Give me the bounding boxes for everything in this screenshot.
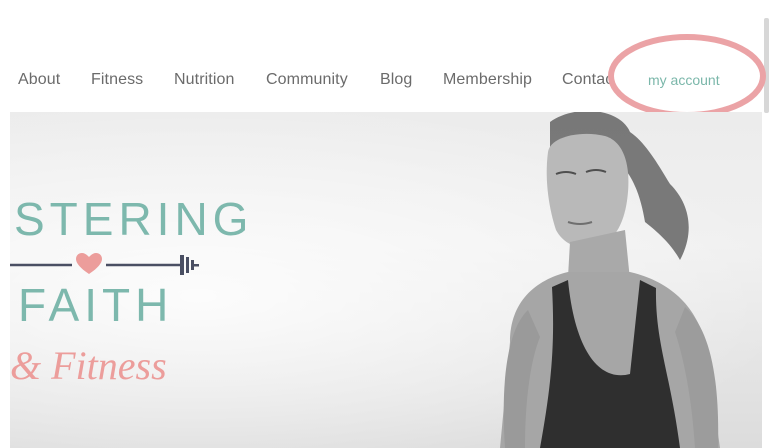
top-nav: About Fitness Nutrition Community Blog M… [0,58,769,106]
nav-item-about[interactable]: About [18,71,60,89]
page: About Fitness Nutrition Community Blog M… [0,0,769,448]
logo-divider [10,253,199,275]
nav-item-nutrition[interactable]: Nutrition [174,71,234,89]
nav-item-fitness[interactable]: Fitness [91,71,143,89]
logo-text-line2: FAITH [18,279,174,331]
hero-banner: STERING FAITH & Fitness [10,112,762,448]
nav-item-contact-label: Contac [562,71,612,88]
nav-item-contact[interactable]: Contac [562,71,612,93]
my-account-link[interactable]: my account [648,72,720,88]
nav-item-membership[interactable]: Membership [443,71,532,89]
hero-photo-woman [500,112,720,448]
heart-icon [76,253,102,274]
barbell-icon [180,255,199,275]
logo-text-line1: STERING [14,193,254,245]
nav-item-community[interactable]: Community [266,71,348,89]
nav-item-blog[interactable]: Blog [380,71,412,89]
logo-script-text: & Fitness [10,343,167,388]
